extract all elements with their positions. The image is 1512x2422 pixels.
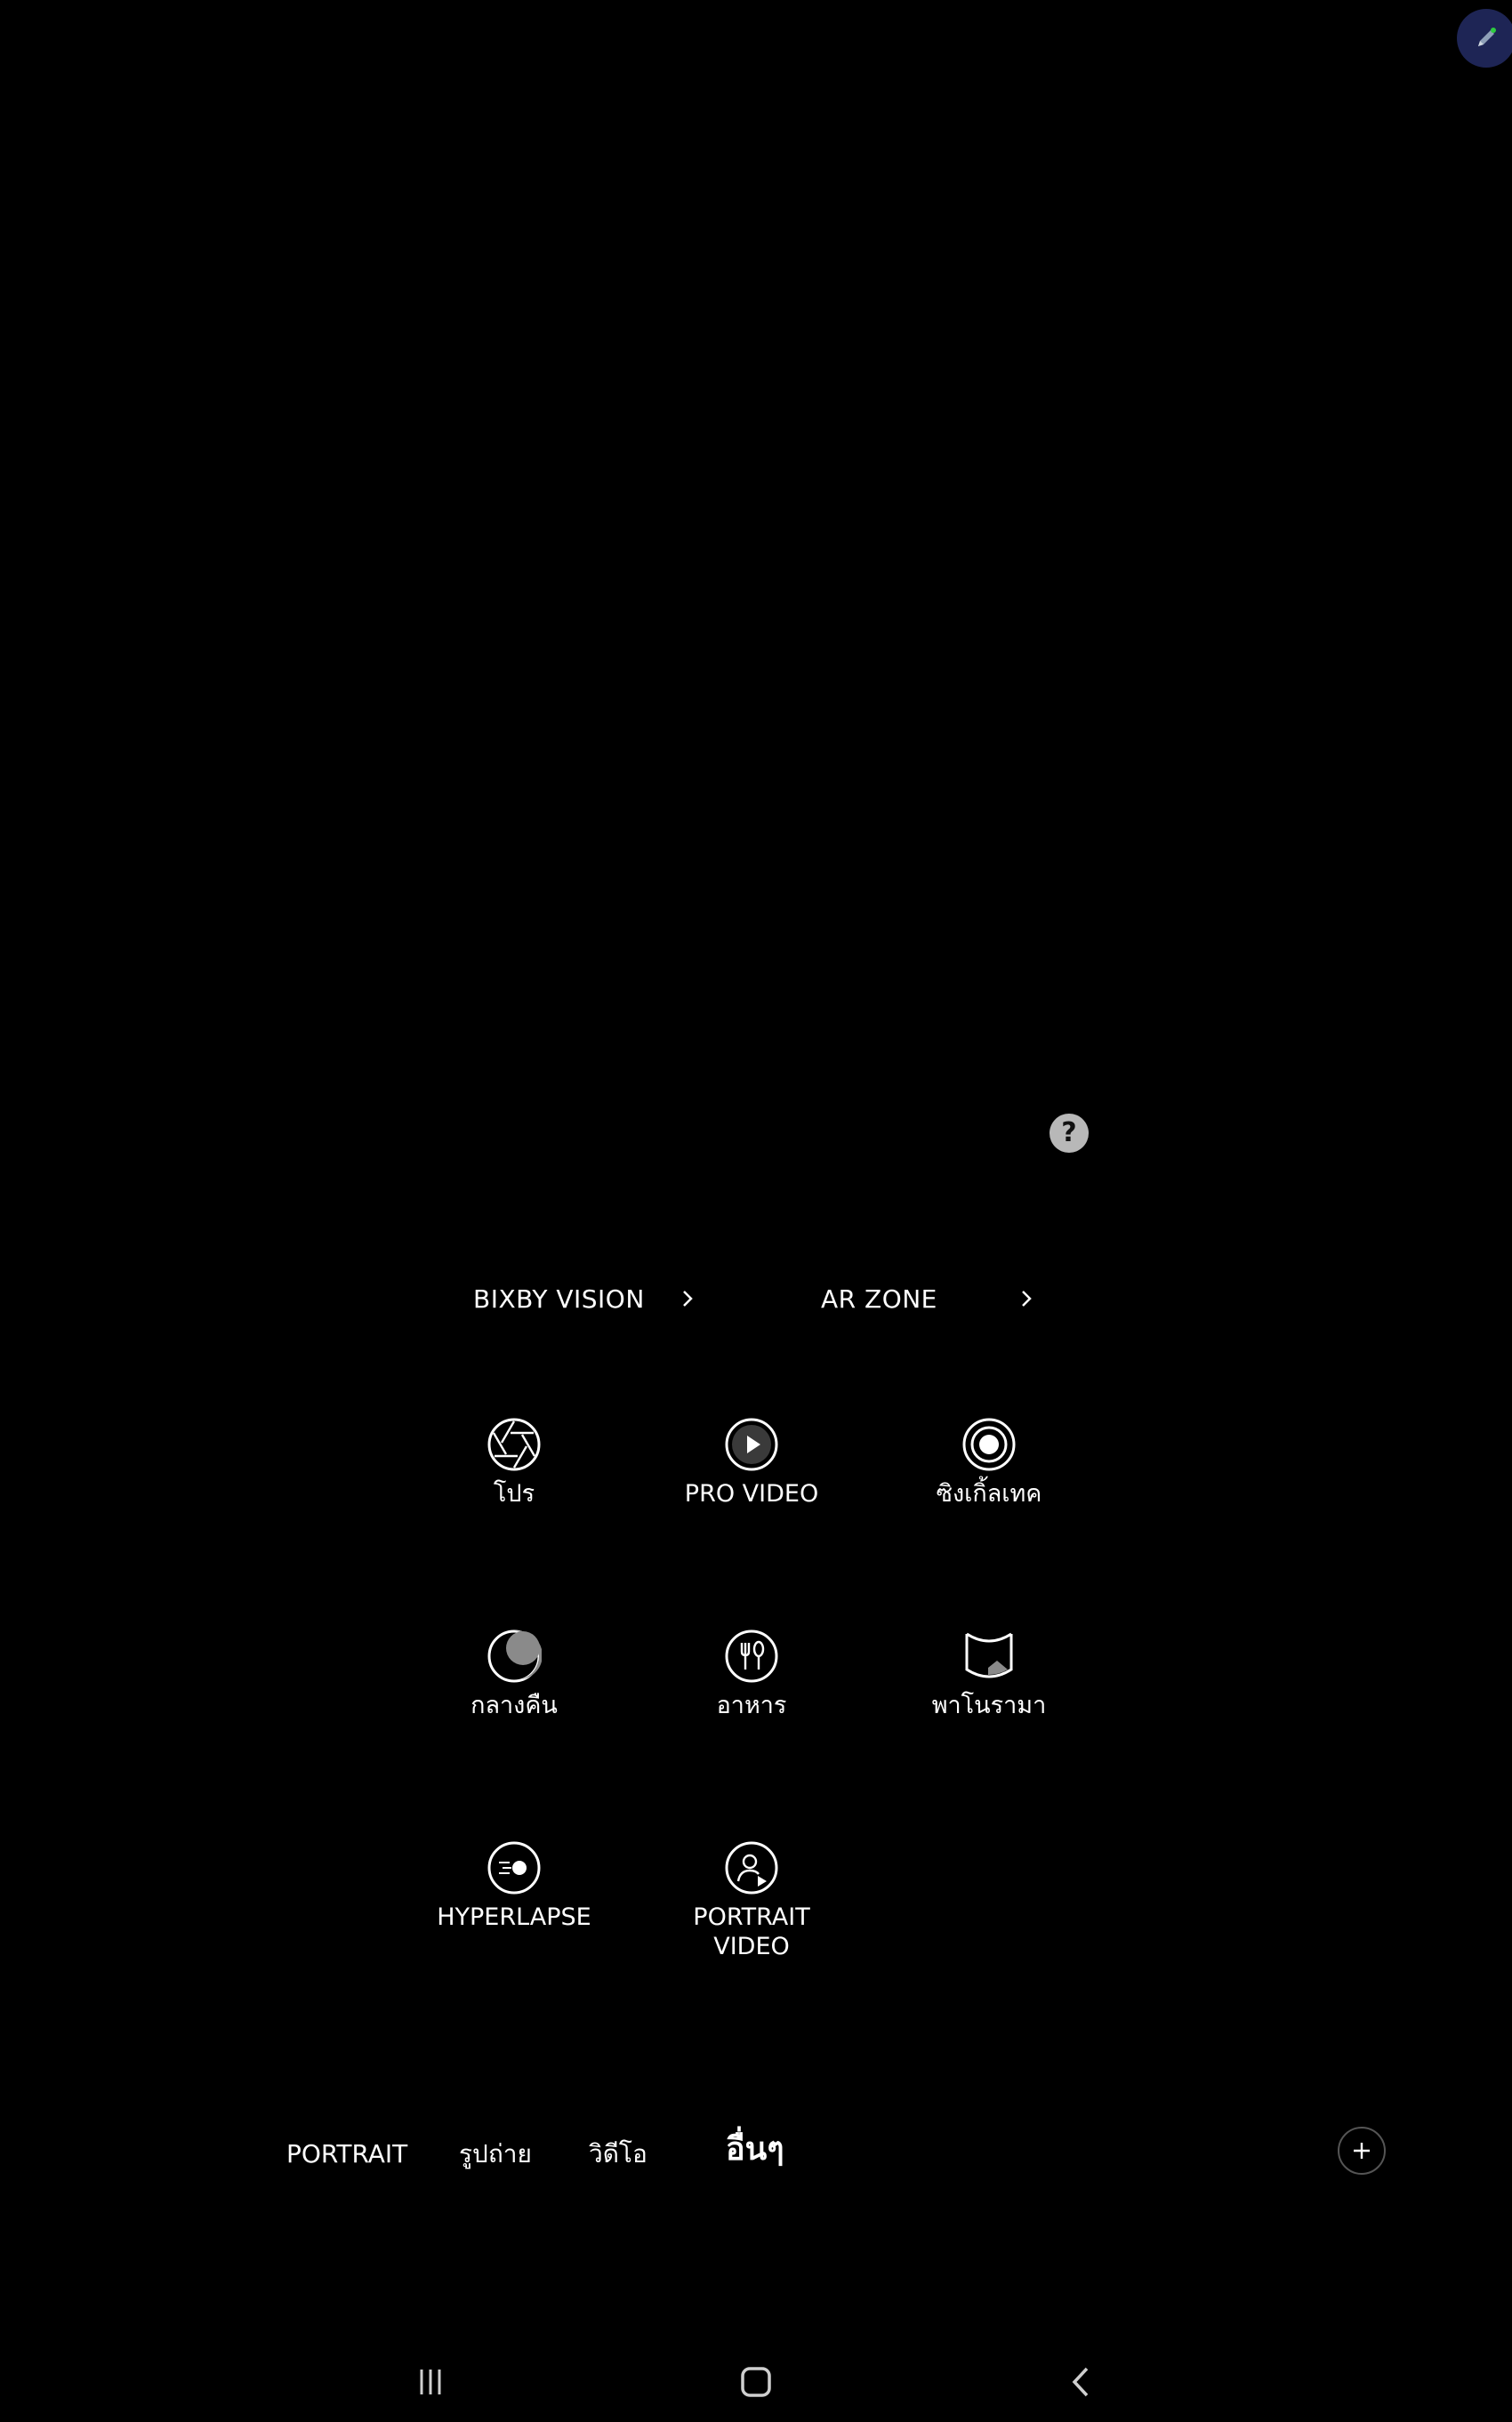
pencil-icon xyxy=(1478,28,1496,46)
bixby-vision-label: BIXBY VISION xyxy=(473,1283,645,1314)
mode-night-label: กลางคืน xyxy=(470,1692,558,1719)
home-icon xyxy=(741,2367,771,2397)
mode-pro-label: โปร xyxy=(493,1480,535,1508)
recent-apps-icon xyxy=(420,2370,441,2394)
ar-zone-label: AR ZONE xyxy=(821,1283,937,1314)
mode-portrait-video[interactable]: PORTRAIT VIDEO xyxy=(654,1840,849,1961)
tab-portrait[interactable]: PORTRAIT xyxy=(286,2136,407,2172)
tab-more[interactable]: อื่นๆ xyxy=(726,2132,784,2168)
mode-pro[interactable]: โปร xyxy=(416,1417,612,1509)
mode-hyperlapse[interactable]: HYPERLAPSE xyxy=(416,1840,612,1932)
plus-icon xyxy=(1354,2143,1370,2159)
chevron-right-icon xyxy=(1022,1291,1032,1307)
mode-night[interactable]: กลางคืน xyxy=(416,1629,612,1720)
chevron-right-icon xyxy=(683,1291,693,1307)
home-button[interactable] xyxy=(729,2357,783,2407)
mode-food-label: อาหาร xyxy=(716,1692,787,1719)
mode-portrait-video-label: PORTRAIT VIDEO xyxy=(693,1903,810,1960)
mode-food[interactable]: อาหาร xyxy=(654,1629,849,1720)
single-take-icon xyxy=(962,1418,1016,1471)
ar-zone-link[interactable]: AR ZONE xyxy=(821,1281,1043,1316)
back-icon xyxy=(1072,2367,1089,2397)
food-icon xyxy=(725,1629,778,1683)
mode-pro-video[interactable]: PRO VIDEO xyxy=(654,1417,849,1509)
mode-panorama[interactable]: พาโนรามา xyxy=(891,1629,1087,1720)
night-moon-icon xyxy=(487,1629,542,1683)
hyperlapse-icon xyxy=(487,1841,541,1895)
mode-panorama-label: พาโนรามา xyxy=(931,1692,1047,1719)
mode-single-take-label: ซิงเกิ้ลเทค xyxy=(936,1480,1042,1508)
help-button[interactable]: ? xyxy=(1050,1114,1089,1153)
mode-single-take[interactable]: ซิงเกิ้ลเทค xyxy=(891,1417,1087,1509)
recent-apps-button[interactable] xyxy=(404,2357,457,2407)
bixby-vision-link[interactable]: BIXBY VISION xyxy=(473,1281,704,1316)
aperture-icon xyxy=(487,1418,541,1471)
mode-pro-video-label: PRO VIDEO xyxy=(684,1480,819,1508)
tab-video[interactable]: วิดีโอ xyxy=(589,2136,647,2172)
floating-edit-button[interactable] xyxy=(1457,9,1512,68)
portrait-video-icon xyxy=(725,1841,778,1895)
tab-photo[interactable]: รูปถ่าย xyxy=(459,2136,532,2172)
add-mode-button[interactable] xyxy=(1338,2127,1386,2175)
panorama-icon xyxy=(965,1632,1013,1678)
back-button[interactable] xyxy=(1055,2357,1108,2407)
pro-video-icon xyxy=(725,1418,778,1471)
mode-hyperlapse-label: HYPERLAPSE xyxy=(437,1903,591,1931)
